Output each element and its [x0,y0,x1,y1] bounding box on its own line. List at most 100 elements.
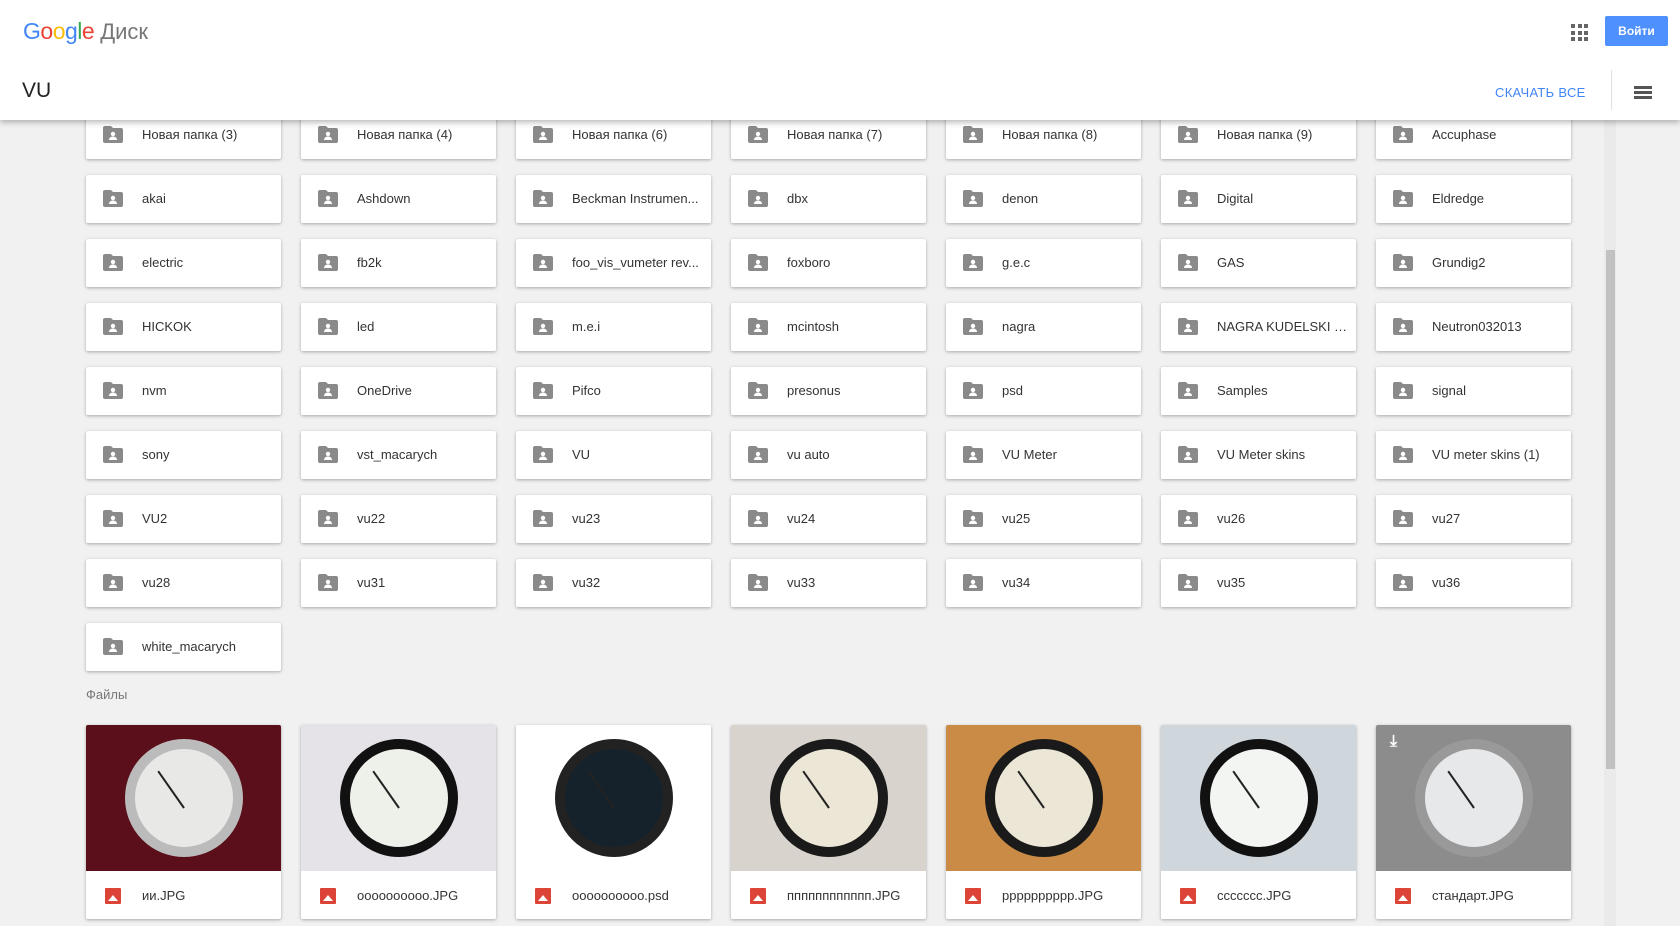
folder-item[interactable]: vu36 [1376,559,1571,607]
shared-folder-icon [963,254,983,271]
shared-folder-icon [1393,574,1413,591]
folder-item[interactable]: vu34 [946,559,1141,607]
folder-item[interactable]: electric [86,239,281,287]
folder-item[interactable]: NAGRA KUDELSKI II... [1161,303,1356,351]
shared-folder-icon [963,446,983,463]
download-all-button[interactable]: СКАЧАТЬ ВСЕ [1495,85,1586,100]
folder-item[interactable]: nagra [946,303,1141,351]
folder-item[interactable]: foxboro [731,239,926,287]
shared-folder-icon [318,254,338,271]
folder-item[interactable]: signal [1376,367,1571,415]
folder-item[interactable]: HICKOK [86,303,281,351]
folder-item[interactable]: vu28 [86,559,281,607]
folder-name: vu27 [1432,511,1461,526]
folder-name: Accuphase [1432,127,1497,142]
folder-name: vu33 [787,575,816,590]
folder-name: Ashdown [357,191,411,206]
folder-item[interactable]: denon [946,175,1141,223]
file-item[interactable]: oooooooooo.psd [516,725,711,919]
apps-grid-icon[interactable] [1571,24,1588,41]
folder-name: mcintosh [787,319,840,334]
folder-name: vu28 [142,575,171,590]
folder-item[interactable]: white_macarych [86,623,281,671]
shared-folder-icon [533,574,553,591]
file-item[interactable]: pppppppppp.JPG [946,725,1141,919]
folder-item[interactable]: vst_macarych [301,431,496,479]
folder-item[interactable]: OneDrive [301,367,496,415]
folder-item[interactable]: Beckman Instrumen... [516,175,711,223]
folder-item[interactable]: Eldredge [1376,175,1571,223]
folder-item[interactable]: sony [86,431,281,479]
folder-item[interactable]: fb2k [301,239,496,287]
folder-item[interactable]: vu26 [1161,495,1356,543]
folder-item[interactable]: VU Meter skins [1161,431,1356,479]
folder-name: Samples [1217,383,1268,398]
folder-item[interactable]: VU Meter [946,431,1141,479]
folder-item[interactable]: g.e.c [946,239,1141,287]
folder-item[interactable]: vu23 [516,495,711,543]
folder-name: Pifco [572,383,601,398]
folder-item[interactable]: VU [516,431,711,479]
folder-name: Новая папка (3) [142,127,238,142]
folder-item[interactable]: Samples [1161,367,1356,415]
login-button[interactable]: Войти [1605,16,1668,46]
scrollbar-thumb[interactable] [1606,250,1615,769]
folder-item[interactable]: dbx [731,175,926,223]
folder-name: Новая папка (8) [1002,127,1098,142]
shared-folder-icon [533,446,553,463]
folder-item[interactable]: vu32 [516,559,711,607]
file-thumbnail [301,725,496,871]
shared-folder-icon [533,510,553,527]
shared-folder-icon [748,382,768,399]
shared-folder-icon [748,510,768,527]
folder-item[interactable]: foo_vis_vumeter rev... [516,239,711,287]
folder-item[interactable]: akai [86,175,281,223]
folder-item[interactable]: Ashdown [301,175,496,223]
folder-name: VU meter skins (1) [1432,447,1540,462]
file-item[interactable]: ccccccc.JPG [1161,725,1356,919]
folder-item[interactable]: Digital [1161,175,1356,223]
folder-item[interactable]: vu24 [731,495,926,543]
google-drive-logo[interactable]: Google Диск [23,18,148,45]
folder-name: electric [142,255,184,270]
shared-folder-icon [963,190,983,207]
shared-folder-icon [318,318,338,335]
folder-item[interactable]: m.e.i [516,303,711,351]
folder-item[interactable]: Neutron032013 [1376,303,1571,351]
folder-item[interactable]: vu27 [1376,495,1571,543]
folder-item[interactable]: vu31 [301,559,496,607]
folder-name: Новая папка (9) [1217,127,1313,142]
folder-item[interactable]: vu33 [731,559,926,607]
file-name: стандарт.JPG [1432,888,1514,903]
folder-item[interactable]: led [301,303,496,351]
folder-item[interactable]: vu22 [301,495,496,543]
file-item[interactable]: ии.JPG [86,725,281,919]
folder-item[interactable]: VU meter skins (1) [1376,431,1571,479]
folder-name: vu auto [787,447,830,462]
file-item[interactable]: oooooooooo.JPG [301,725,496,919]
shared-folder-icon [318,190,338,207]
shared-folder-icon [963,126,983,143]
folder-item[interactable]: psd [946,367,1141,415]
folder-item[interactable]: vu25 [946,495,1141,543]
folder-name: foo_vis_vumeter rev... [572,255,699,270]
folder-item[interactable]: vu35 [1161,559,1356,607]
download-icon[interactable]: ⤓ [1390,733,1397,751]
file-thumbnail: ⤓ [1376,725,1571,871]
folder-item[interactable]: Grundig2 [1376,239,1571,287]
list-view-icon[interactable] [1634,86,1652,100]
image-file-icon [320,888,336,904]
shared-folder-icon [103,254,123,271]
folder-item[interactable]: nvm [86,367,281,415]
shared-folder-icon [1178,190,1198,207]
folder-item[interactable]: vu auto [731,431,926,479]
folder-item[interactable]: presonus [731,367,926,415]
folder-name: Digital [1217,191,1254,206]
folder-item[interactable]: GAS [1161,239,1356,287]
folder-item[interactable]: mcintosh [731,303,926,351]
file-item[interactable]: пппппппппппп.JPG [731,725,926,919]
folder-item[interactable]: VU2 [86,495,281,543]
folder-item[interactable]: Pifco [516,367,711,415]
shared-folder-icon [103,190,123,207]
file-item[interactable]: ⤓ стандарт.JPG [1376,725,1571,919]
